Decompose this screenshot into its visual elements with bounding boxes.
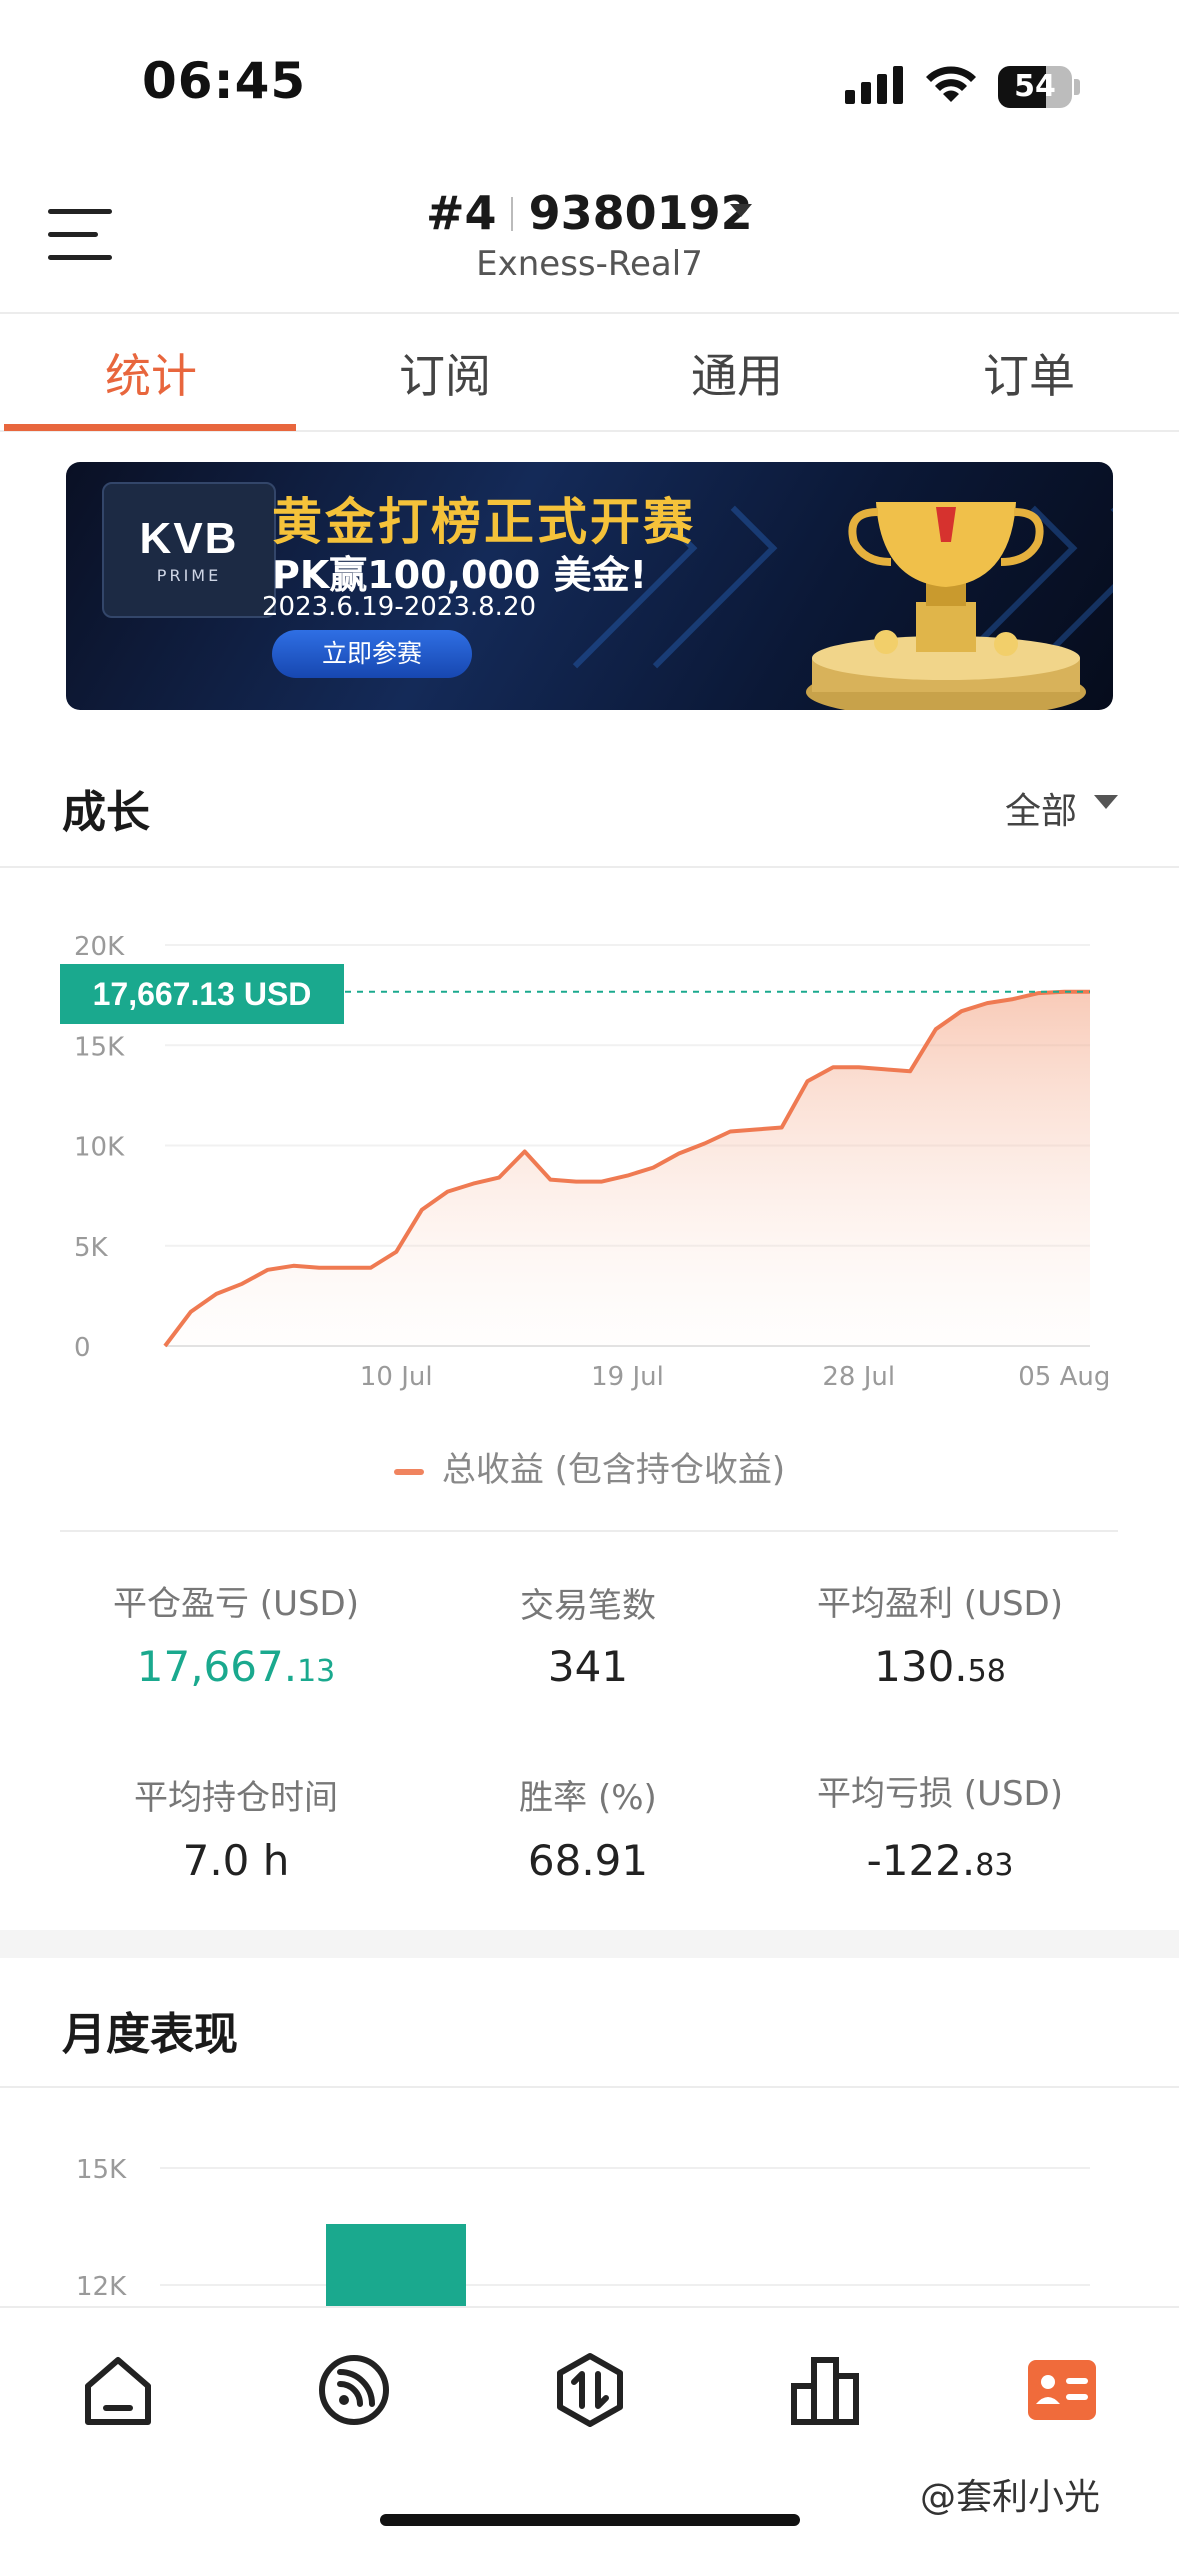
x-tick-label: 10 Jul bbox=[360, 1362, 433, 1392]
server-name: Exness-Real7 bbox=[476, 244, 703, 284]
x-tick-label: 19 Jul bbox=[591, 1362, 664, 1392]
promo-banner[interactable]: KVB PRIME 黄金打榜正式开赛 PK赢100,000 美金! 2023.6… bbox=[66, 462, 1113, 710]
range-dropdown-icon[interactable] bbox=[1094, 795, 1118, 809]
range-selector[interactable]: 全部 bbox=[1005, 782, 1077, 834]
wifi-icon bbox=[926, 66, 976, 102]
monthly-title: 月度表现 bbox=[62, 2009, 238, 2060]
y-tick-label: 20K bbox=[74, 932, 125, 962]
stat-label-win-rate: 胜率 (%) bbox=[519, 1778, 657, 1818]
chart-legend: 总收益 (包含持仓收益) bbox=[0, 1442, 1179, 1491]
monthly-y-tick: 12K bbox=[76, 2272, 127, 2302]
section-separator bbox=[0, 1930, 1179, 1958]
y-tick-label: 5K bbox=[74, 1233, 109, 1263]
signal-feed-icon[interactable] bbox=[316, 2352, 392, 2428]
account-selector[interactable]: #4 9380192 bbox=[426, 186, 753, 240]
stat-value-trade-count: 341 bbox=[547, 1642, 629, 1691]
stat-value-win-rate: 68.91 bbox=[527, 1836, 649, 1885]
home-indicator[interactable] bbox=[380, 2514, 800, 2526]
join-now-button[interactable]: 立即参赛 bbox=[272, 630, 472, 678]
y-tick-label: 15K bbox=[74, 1032, 125, 1062]
monthly-chart: 15K 12K bbox=[76, 2155, 1090, 2302]
account-id: 9380192 bbox=[528, 186, 753, 240]
account-dropdown-icon[interactable] bbox=[730, 204, 752, 217]
legend-label: 总收益 (包含持仓收益) bbox=[441, 1450, 786, 1490]
y-tick-label: 10K bbox=[74, 1133, 125, 1163]
monthly-bar bbox=[326, 2224, 466, 2314]
y-tick-label: 0 bbox=[74, 1333, 91, 1363]
bottom-nav-divider bbox=[0, 2306, 1179, 2308]
tab-stats[interactable]: 统计 bbox=[4, 340, 298, 406]
tab-orders[interactable]: 订单 bbox=[882, 340, 1176, 406]
x-tick-label: 28 Jul bbox=[822, 1362, 895, 1392]
legend-swatch bbox=[393, 1468, 424, 1475]
kvb-logo: KVB PRIME bbox=[102, 482, 276, 618]
battery-level: 54 bbox=[1014, 69, 1056, 104]
home-icon[interactable] bbox=[80, 2352, 156, 2428]
stat-value-avg-hold-time: 7.0 h bbox=[182, 1836, 290, 1885]
x-tick-label: 05 Aug bbox=[1018, 1362, 1110, 1392]
legend-divider bbox=[60, 1530, 1118, 1532]
account-number: #4 bbox=[426, 186, 497, 240]
active-tab-indicator bbox=[4, 424, 296, 431]
banner-subtitle: PK赢100,000 美金! bbox=[272, 553, 647, 597]
battery-icon: 54 bbox=[998, 66, 1080, 108]
header-divider bbox=[0, 312, 1179, 314]
stat-label-avg-loss: 平均亏损 (USD) bbox=[817, 1774, 1063, 1814]
trophy-icon bbox=[806, 502, 1086, 710]
tab-general[interactable]: 通用 bbox=[590, 340, 884, 406]
growth-title: 成长 bbox=[62, 787, 150, 838]
stat-label-trade-count: 交易笔数 bbox=[520, 1586, 656, 1626]
watermark: @套利小光 bbox=[920, 2477, 1101, 2518]
stat-value-avg-loss: -122.83 bbox=[866, 1836, 1014, 1885]
section-divider bbox=[0, 2086, 1179, 2088]
current-value-tag: 17,667.13 USD bbox=[60, 964, 344, 1024]
cellular-signal-icon bbox=[845, 66, 903, 104]
stat-value-closed-pl: 17,667.13 bbox=[136, 1642, 336, 1691]
status-time: 06:45 bbox=[142, 52, 307, 110]
banner-dates: 2023.6.19-2023.8.20 bbox=[262, 592, 537, 622]
stat-value-avg-profit: 130.58 bbox=[874, 1642, 1006, 1691]
growth-chart: 20K 15K 10K 5K 0 10 Jul 19 Jul 28 Jul 05 Aug bbox=[74, 932, 1110, 1392]
trade-icon[interactable] bbox=[552, 2352, 628, 2428]
ranking-icon[interactable] bbox=[788, 2352, 864, 2428]
section-divider bbox=[0, 866, 1179, 868]
stat-label-closed-pl: 平仓盈亏 (USD) bbox=[113, 1584, 359, 1624]
account-card-icon[interactable] bbox=[1024, 2352, 1100, 2428]
monthly-y-tick: 15K bbox=[76, 2155, 127, 2185]
tab-subscribe[interactable]: 订阅 bbox=[298, 340, 592, 406]
stat-label-avg-hold-time: 平均持仓时间 bbox=[134, 1778, 338, 1818]
stat-label-avg-profit: 平均盈利 (USD) bbox=[817, 1584, 1063, 1624]
